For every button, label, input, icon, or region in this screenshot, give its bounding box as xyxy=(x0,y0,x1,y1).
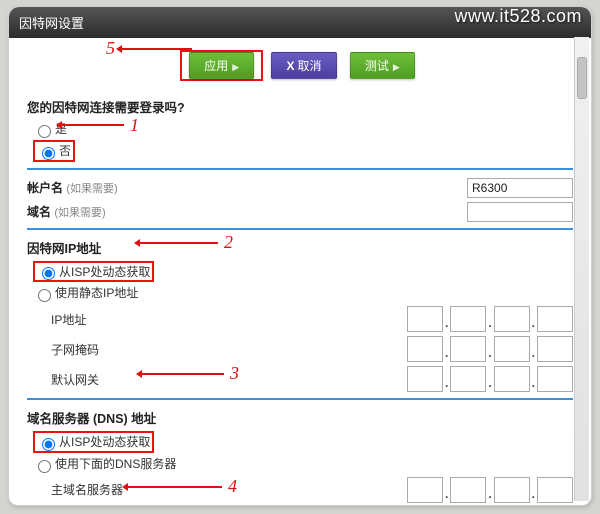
ip-static-row: 使用静态IP地址 xyxy=(33,284,573,302)
apply-label: 应用 xyxy=(204,59,228,73)
ip-octet[interactable] xyxy=(537,477,573,503)
login-question-title: 您的因特网连接需要登录吗? xyxy=(27,97,573,116)
annotation-box-5: 应用 ▶ xyxy=(180,50,263,81)
ip-octet[interactable] xyxy=(537,366,573,392)
subnet-label: 子网掩码 xyxy=(27,341,176,358)
cancel-label: 取消 xyxy=(298,59,322,73)
domain-label-hint: (如果需要) xyxy=(54,207,105,219)
cancel-button[interactable]: X 取消 xyxy=(271,52,336,79)
ip-octet[interactable] xyxy=(494,336,530,362)
annotation-5: 5 xyxy=(106,38,115,59)
annotation-line-4 xyxy=(128,486,222,488)
annotation-4: 4 xyxy=(228,476,237,497)
ip-octet[interactable] xyxy=(537,336,573,362)
ip-static-label: 使用静态IP地址 xyxy=(55,286,138,300)
gateway-row: 默认网关 ... xyxy=(27,366,573,392)
radio-ip-dynamic[interactable] xyxy=(42,267,55,280)
dns-static-row: 使用下面的DNS服务器 xyxy=(33,455,573,473)
divider xyxy=(27,168,573,170)
dns-primary-inputs: ... xyxy=(407,477,573,503)
subnet-inputs: ... xyxy=(407,336,573,362)
ip-address-label: IP地址 xyxy=(27,311,176,328)
ip-octet[interactable] xyxy=(407,336,443,362)
ip-address-inputs: ... xyxy=(407,306,573,332)
subnet-row: 子网掩码 ... xyxy=(27,336,573,362)
dns-dynamic-label: 从ISP处动态获取 xyxy=(59,435,150,449)
dns-section-title: 域名服务器 (DNS) 地址 xyxy=(27,408,573,427)
account-row: 帐户名 (如果需要) xyxy=(27,178,573,198)
user-label-text: 帐户名 xyxy=(27,181,63,195)
dns-dynamic-row: 从ISP处动态获取 xyxy=(33,431,573,453)
scrollbar[interactable] xyxy=(574,37,589,501)
annotation-line-5 xyxy=(122,48,192,50)
ip-address-row: IP地址 ... xyxy=(27,306,573,332)
account-label: 帐户名 (如果需要) xyxy=(27,179,217,196)
apply-button[interactable]: 应用 ▶ xyxy=(189,52,254,79)
domain-row: 域名 (如果需要) xyxy=(27,202,573,222)
dns-primary-row: 主域名服务器 ... xyxy=(27,477,573,503)
ip-octet[interactable] xyxy=(494,477,530,503)
x-icon: X xyxy=(286,59,294,73)
ip-octet[interactable] xyxy=(494,366,530,392)
test-button[interactable]: 测试 ▶ xyxy=(350,52,415,79)
ip-section-title: 因特网IP地址 xyxy=(27,238,573,257)
annotation-2: 2 xyxy=(224,232,233,253)
ip-dynamic-row: 从ISP处动态获取 xyxy=(33,261,573,283)
domain-label-text: 域名 xyxy=(27,205,51,219)
user-label-hint: (如果需要) xyxy=(66,183,117,195)
radio-yes[interactable] xyxy=(38,125,51,138)
radio-dns-static[interactable] xyxy=(38,460,51,473)
ip-octet[interactable] xyxy=(407,366,443,392)
annotation-box-3: 从ISP处动态获取 xyxy=(33,431,154,453)
play-icon: ▶ xyxy=(232,62,239,72)
radio-ip-static[interactable] xyxy=(38,289,51,302)
ip-octet[interactable] xyxy=(450,477,486,503)
ip-octet[interactable] xyxy=(407,306,443,332)
radio-no-label: 否 xyxy=(59,144,71,158)
ip-octet[interactable] xyxy=(450,366,486,392)
radio-no[interactable] xyxy=(42,147,55,160)
ip-dynamic-label: 从ISP处动态获取 xyxy=(59,265,150,279)
dns-primary-label: 主域名服务器 xyxy=(27,481,176,498)
domain-input[interactable] xyxy=(467,202,573,222)
ip-octet[interactable] xyxy=(407,477,443,503)
account-input[interactable] xyxy=(467,178,573,198)
settings-panel: 因特网设置 应用▶ X取消 测试▶ 您的因特网连接需要登录吗? 是 否 xyxy=(8,6,592,506)
radio-dns-dynamic[interactable] xyxy=(42,438,55,451)
annotation-1: 1 xyxy=(130,115,139,136)
gateway-inputs: ... xyxy=(407,366,573,392)
annotation-box-1: 否 xyxy=(33,140,75,162)
ip-octet[interactable] xyxy=(494,306,530,332)
annotation-3: 3 xyxy=(230,363,239,384)
radio-no-row: 否 xyxy=(33,140,573,162)
radio-yes-row: 是 xyxy=(33,120,573,138)
annotation-line-3 xyxy=(142,373,224,375)
play-icon: ▶ xyxy=(393,62,400,72)
ip-octet[interactable] xyxy=(450,306,486,332)
dns-static-label: 使用下面的DNS服务器 xyxy=(55,457,176,471)
test-label: 测试 xyxy=(365,59,389,73)
ip-octet[interactable] xyxy=(450,336,486,362)
ip-octet[interactable] xyxy=(537,306,573,332)
divider xyxy=(27,398,573,400)
annotation-line-1 xyxy=(62,124,124,126)
watermark-text: www.it528.com xyxy=(454,6,582,27)
divider xyxy=(27,228,573,230)
annotation-box-2: 从ISP处动态获取 xyxy=(33,261,154,283)
action-button-row: 应用 ▶ X 取消 测试 ▶ xyxy=(9,38,591,91)
annotation-line-2 xyxy=(140,242,218,244)
domain-label: 域名 (如果需要) xyxy=(27,203,217,220)
